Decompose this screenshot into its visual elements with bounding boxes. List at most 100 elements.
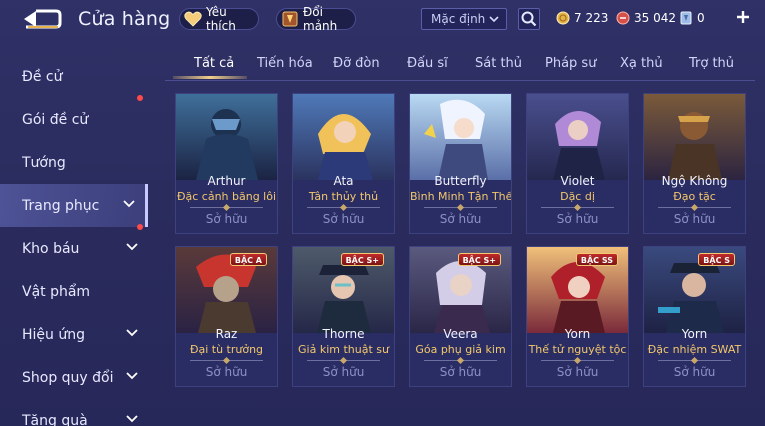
card-divider (307, 360, 380, 361)
tier-badge: BẬC A (229, 253, 267, 266)
skin-card[interactable]: BẬC A Raz Đại tù trưởng Sở hữu (175, 246, 278, 387)
owned-status: Sở hữu (673, 212, 716, 226)
tab-fighter[interactable]: Đấu sĩ (407, 56, 448, 71)
skin-card[interactable]: Butterfly Bình Minh Tận Thế Sở hữu (409, 93, 512, 234)
gold-coin-icon (556, 11, 570, 25)
skin-card[interactable]: Ngộ Không Đạo tặc Sở hữu (643, 93, 746, 234)
hero-name: Veera (443, 327, 478, 341)
card-divider (658, 360, 731, 361)
skin-art (644, 94, 745, 180)
tab-all[interactable]: Tất cả (194, 56, 234, 71)
notification-dot (137, 95, 143, 101)
tier-badge: BẬC S (698, 253, 735, 266)
owned-status: Sở hữu (205, 365, 248, 379)
sidebar-item-label: Trang phục (22, 197, 100, 214)
sort-dropdown[interactable]: Mặc định (421, 8, 507, 30)
skin-name: Bình Minh Tận Thế (410, 190, 511, 203)
voucher-value: 35 042 (634, 11, 676, 25)
skin-card[interactable]: BẬC SS Yorn Thế tử nguyệt tộc Sở hữu (526, 246, 629, 387)
skin-card[interactable]: Arthur Đặc cảnh băng lôi Sở hữu (175, 93, 278, 234)
sidebar-item-exchange-shop[interactable]: Shop quy đổi (0, 356, 148, 399)
heart-icon (184, 11, 202, 27)
card-divider (190, 207, 263, 208)
chevron-down-icon (488, 12, 500, 26)
gold-counter: 7 223 (556, 9, 608, 27)
skin-art (176, 94, 277, 180)
skin-card[interactable]: Ata Tân thủy thủ Sở hữu (292, 93, 395, 234)
tabs-divider (165, 80, 755, 81)
tab-tank[interactable]: Đỡ đòn (333, 56, 380, 71)
voucher-icon (616, 11, 630, 25)
tab-support[interactable]: Trợ thủ (689, 56, 734, 71)
owned-status: Sở hữu (556, 365, 599, 379)
chevron-down-icon (126, 372, 138, 380)
sidebar-item-label: Kho báu (22, 240, 80, 257)
sidebar-item-bundles[interactable]: Gói đề cử (0, 95, 148, 141)
skin-name: Thế tử nguyệt tộc (528, 343, 627, 356)
sidebar-item-heroes[interactable]: Tướng (0, 141, 148, 184)
hero-name: Arthur (207, 174, 246, 188)
owned-status: Sở hữu (205, 212, 248, 226)
skin-name: Đặc nhiệm SWAT (647, 343, 742, 356)
tab-evolution[interactable]: Tiến hóa (257, 56, 313, 71)
card-divider (190, 360, 263, 361)
skin-art (410, 94, 511, 180)
sidebar-item-label: Shop quy đổi (22, 369, 114, 386)
skin-art (527, 94, 628, 180)
hero-name: Thorne (322, 327, 365, 341)
sidebar-item-treasure[interactable]: Kho báu (0, 224, 148, 270)
category-tabs: Tất cả Tiến hóa Đỡ đòn Đấu sĩ Sát thủ Ph… (165, 52, 765, 82)
tab-assassin[interactable]: Sát thủ (475, 56, 522, 71)
skin-card[interactable]: BẬC S+ Veera Góa phụ giả kim Sở hữu (409, 246, 512, 387)
notification-dot (137, 224, 143, 230)
sidebar-item-recommended[interactable]: Đề cử (0, 55, 148, 98)
skin-name: Dặc dị (560, 190, 595, 203)
hero-name: Butterfly (434, 174, 487, 188)
top-up-button[interactable] (735, 9, 751, 25)
sidebar-item-skins[interactable]: Trang phục (0, 184, 148, 227)
back-button[interactable] (22, 8, 62, 30)
sidebar-item-gifts[interactable]: Tăng quà (0, 399, 148, 426)
sort-value: Mặc định (431, 12, 486, 26)
quan-huy-icon (680, 11, 692, 25)
skin-name: Đạo tặc (673, 190, 716, 203)
owned-status: Sở hữu (322, 365, 365, 379)
favorite-button[interactable]: Yêu thích (179, 5, 259, 33)
skin-name: Đặc cảnh băng lôi (176, 190, 277, 203)
skin-card[interactable]: BẬC S Yorn Đặc nhiệm SWAT Sở hữu (643, 246, 746, 387)
skin-art (293, 94, 394, 180)
card-divider (658, 207, 731, 208)
quan-huy-counter: 0 (679, 9, 705, 27)
skin-name: Tân thủy thủ (308, 190, 379, 203)
owned-status: Sở hữu (556, 212, 599, 226)
tab-marksman[interactable]: Xạ thủ (620, 56, 663, 71)
tier-badge: BẬC SS (575, 253, 618, 266)
sidebar-item-label: Hiệu ứng (22, 326, 85, 343)
hero-name: Yorn (681, 327, 708, 341)
card-divider (307, 207, 380, 208)
quan-huy-value: 0 (697, 11, 705, 25)
sidebar-item-effects[interactable]: Hiệu ứng (0, 313, 148, 356)
hero-name: Ata (333, 174, 354, 188)
skin-card[interactable]: BẬC S+ Thorne Giả kim thuật sư Sở hữu (292, 246, 395, 387)
hero-name: Ngộ Không (661, 174, 728, 188)
back-icon (24, 9, 62, 29)
search-button[interactable] (518, 8, 540, 30)
exchange-shards-button[interactable]: Đổi mảnh (276, 5, 356, 33)
exchange-label: Đổi mảnh (303, 5, 338, 33)
hero-name: Violet (560, 174, 595, 188)
skin-card[interactable]: Violet Dặc dị Sở hữu (526, 93, 629, 234)
card-divider (424, 207, 497, 208)
sidebar-item-items[interactable]: Vật phẩm (0, 270, 148, 313)
gold-value: 7 223 (574, 11, 609, 25)
card-divider (541, 207, 614, 208)
sidebar-item-label: Đề cử (22, 68, 63, 85)
tier-badge: BẬC S+ (340, 253, 384, 266)
sidebar-item-label: Tăng quà (22, 412, 88, 426)
page-title: Cửa hàng (78, 8, 171, 30)
sidebar: Đề cử Gói đề cử Tướng Trang phục Kho báu… (0, 55, 150, 426)
tab-mage[interactable]: Pháp sư (545, 56, 596, 71)
owned-status: Sở hữu (322, 212, 365, 226)
plus-icon (737, 11, 749, 23)
chevron-down-icon (123, 200, 135, 208)
